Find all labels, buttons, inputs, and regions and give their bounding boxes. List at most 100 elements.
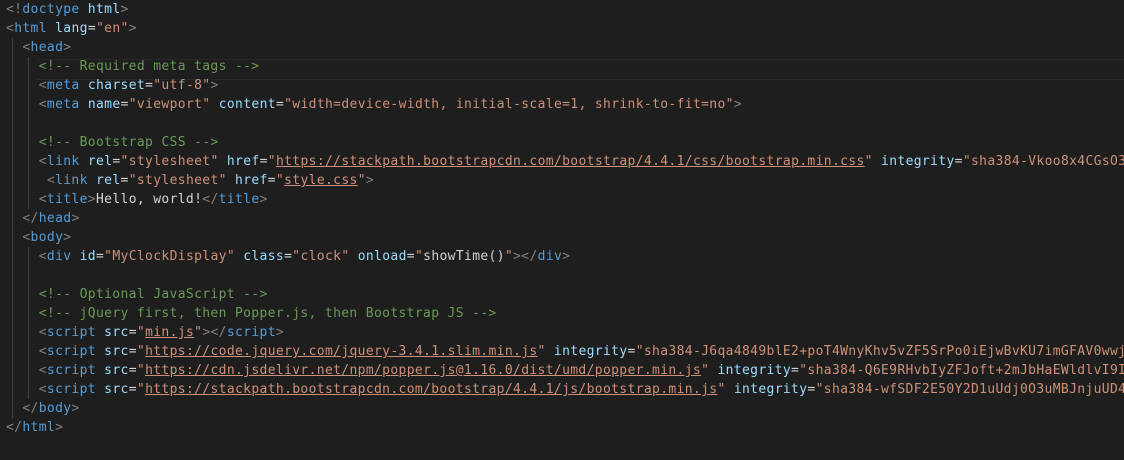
code-token: onload: [357, 249, 407, 264]
code-token: src: [104, 325, 129, 340]
code-line[interactable]: <!-- jQuery first, then Popper.js, then …: [6, 304, 497, 323]
code-token: =: [128, 363, 137, 378]
code-token: <: [38, 78, 47, 93]
code-token: doctype: [22, 2, 80, 17]
code-token: link: [55, 173, 88, 188]
code-line[interactable]: </head>: [6, 209, 80, 228]
code-token: class: [243, 249, 285, 264]
code-token: integrity: [553, 344, 628, 359]
code-token: script: [46, 363, 96, 378]
code-line[interactable]: <link rel="stylesheet" href="style.css">: [6, 171, 374, 190]
code-token: >: [120, 2, 129, 17]
code-token: =: [791, 363, 800, 378]
code-token: src: [104, 344, 129, 359]
code-token: min.js: [145, 325, 195, 340]
code-token: >: [87, 192, 96, 207]
code-token: "stylesheet": [128, 173, 227, 188]
code-token: "sha384-J6qa4849blE2+poT4WnyKhv5vZF5SrPo…: [635, 344, 1124, 359]
code-line[interactable]: <script src="https://cdn.jsdelivr.net/np…: [6, 361, 1124, 380]
code-token: href: [235, 173, 268, 188]
code-line[interactable]: <!-- Required meta tags -->: [6, 57, 260, 76]
code-token: content: [218, 97, 276, 112]
code-token: https://code.jquery.com/jquery-3.4.1.sli…: [145, 344, 538, 359]
code-token: link: [46, 154, 80, 169]
code-token: title: [218, 192, 260, 207]
code-line[interactable]: </html>: [6, 418, 63, 437]
code-token: script: [226, 325, 276, 340]
code-token: <: [22, 40, 31, 55]
code-token: =: [112, 154, 121, 169]
code-line[interactable]: <title>Hello, world!</title>: [6, 190, 268, 209]
code-line[interactable]: <script src="https://stackpath.bootstrap…: [6, 380, 1124, 399]
code-token: "stylesheet": [120, 154, 219, 169]
code-token: title: [46, 192, 88, 207]
code-token: ": [267, 154, 276, 169]
code-token: =: [275, 97, 285, 112]
code-token: <: [46, 173, 56, 188]
code-token: <: [38, 154, 47, 169]
code-token: ": [136, 344, 146, 359]
code-token: ></: [202, 325, 227, 340]
code-token: ": [136, 363, 146, 378]
code-token: ": [136, 382, 146, 397]
code-token: body: [30, 230, 64, 245]
code-token: =: [259, 154, 268, 169]
code-token: =: [120, 97, 129, 112]
code-token: "MyClockDisplay": [104, 249, 235, 264]
code-line[interactable]: <link rel="stylesheet" href="https://sta…: [6, 152, 1124, 171]
code-token: charset: [87, 78, 146, 93]
code-editor[interactable]: <!doctype html> <html lang="en"> <head> <…: [0, 0, 1124, 460]
code-token: >: [63, 40, 72, 55]
code-token: </: [22, 401, 39, 416]
code-token: showTime(): [423, 249, 505, 264]
code-token: <!-- Bootstrap CSS -->: [38, 135, 219, 150]
code-token: </: [6, 420, 23, 435]
code-token: "viewport": [128, 97, 211, 112]
code-line[interactable]: <head>: [6, 38, 71, 57]
code-line[interactable]: <meta name="viewport" content="width=dev…: [6, 95, 742, 114]
code-token: </: [22, 211, 39, 226]
code-token: integrity: [717, 363, 792, 378]
code-line[interactable]: <meta charset="utf-8">: [6, 76, 219, 95]
code-token: ": [504, 249, 514, 264]
code-token: html: [22, 420, 56, 435]
code-line[interactable]: <script src="https://code.jquery.com/jqu…: [6, 342, 1124, 361]
code-line[interactable]: <!-- Optional JavaScript -->: [6, 285, 268, 304]
code-token: >: [55, 420, 64, 435]
code-line[interactable]: <div id="MyClockDisplay" class="clock" o…: [6, 247, 570, 266]
code-line[interactable]: <!doctype html>: [6, 0, 129, 19]
code-token: =: [128, 325, 137, 340]
code-line[interactable]: </body>: [6, 399, 80, 418]
code-line[interactable]: <body>: [6, 228, 71, 247]
code-line[interactable]: <!-- Bootstrap CSS -->: [6, 133, 219, 152]
code-token: <: [22, 230, 31, 245]
code-line[interactable]: <html lang="en">: [6, 19, 137, 38]
code-token: Hello, world!: [95, 192, 203, 207]
code-token: lang: [55, 21, 88, 36]
code-token: rel: [87, 154, 113, 169]
code-token: >: [71, 211, 80, 226]
code-token: ": [136, 325, 146, 340]
code-line[interactable]: <script src="min.js"></script>: [6, 323, 284, 342]
code-token: =: [267, 173, 276, 188]
code-token: </: [202, 192, 219, 207]
code-token: >: [63, 230, 72, 245]
code-token: >: [562, 249, 571, 264]
code-token: ": [357, 173, 366, 188]
